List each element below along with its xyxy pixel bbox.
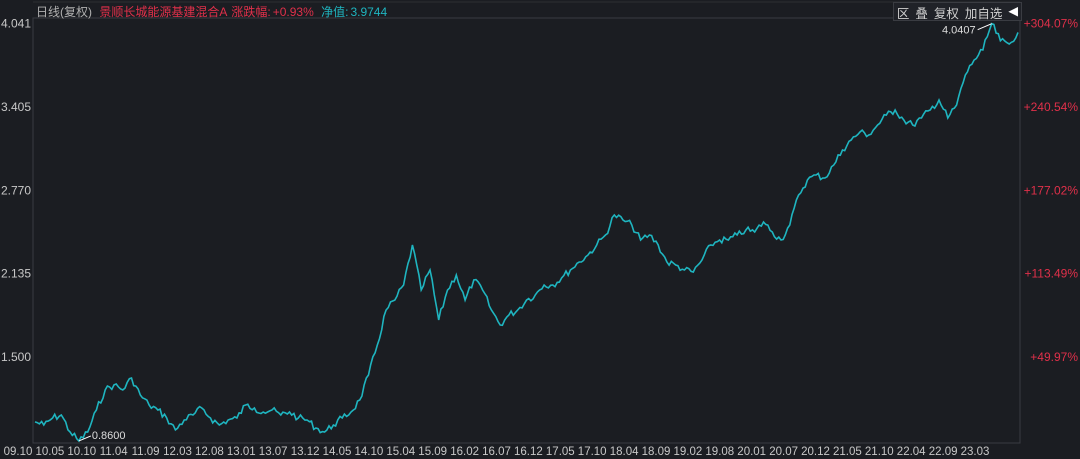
x-tick-label: 20.12 — [801, 446, 830, 458]
x-tick-label: 11.09 — [132, 446, 160, 458]
right-tick-label: +49.97% — [1030, 350, 1078, 364]
fund-name: 景顺长城能源基建混合A — [99, 5, 228, 19]
nav-label: 净值: — [321, 5, 349, 19]
max-label: 4.0407 — [942, 25, 976, 37]
add-watchlist-button[interactable]: 加自选 — [965, 3, 1003, 21]
change-label: 涨跌幅: — [231, 5, 271, 19]
x-tick-label: 21.05 — [833, 446, 862, 458]
right-tick-label: +240.54% — [1024, 100, 1079, 114]
plot-frame — [32, 17, 1021, 444]
period-label: 日线(复权) — [36, 5, 92, 19]
change-value: +0.93% — [272, 5, 314, 19]
range-select-button[interactable]: 区 — [897, 3, 910, 21]
nav-value: 3.9744 — [350, 5, 388, 19]
x-tick-label: 18.04 — [610, 446, 639, 458]
x-tick-label: 19.02 — [674, 446, 703, 458]
chart-header: 日线(复权) 景顺长城能源基建混合A 涨跌幅: +0.93% 净值: 3.9744 — [36, 3, 391, 20]
y-tick-label: 3.405 — [1, 100, 31, 114]
x-tick-label: 15.04 — [386, 446, 415, 458]
x-tick-label: 13.01 — [227, 446, 256, 458]
y-tick-label: 4.041 — [1, 17, 31, 31]
y-tick-label: 2.135 — [1, 267, 31, 281]
x-tick-label: 21.10 — [865, 446, 894, 458]
y-tick-label: 1.500 — [1, 350, 31, 364]
x-tick-label: 09.10 — [4, 446, 33, 458]
x-tick-label: 14.05 — [323, 446, 352, 458]
x-tick-label: 13.12 — [291, 446, 320, 458]
right-tick-label: +177.02% — [1024, 183, 1079, 197]
x-tick-label: 12.08 — [195, 446, 224, 458]
adjust-button[interactable]: 复权 — [934, 3, 959, 21]
x-tick-label: 10.05 — [36, 446, 65, 458]
x-tick-label: 20.01 — [737, 446, 766, 458]
x-tick-label: 17.10 — [578, 446, 607, 458]
x-tick-label: 15.09 — [418, 446, 447, 458]
x-tick-label: 16.12 — [514, 446, 543, 458]
x-tick-label: 22.04 — [897, 446, 926, 458]
min-label: 0.8600 — [92, 430, 126, 442]
y-tick-label: 2.770 — [1, 183, 31, 197]
x-tick-label: 13.07 — [259, 446, 288, 458]
x-tick-label: 22.09 — [929, 446, 958, 458]
overlay-button[interactable]: 叠 — [915, 3, 928, 21]
right-tick-label: +113.49% — [1025, 267, 1079, 281]
x-tick-label: 19.08 — [705, 446, 734, 458]
nav-series-line — [34, 22, 1019, 443]
x-tick-label: 16.02 — [450, 446, 479, 458]
nav-chart: 4.041 +304.07% 3.405 +240.54% 2.770 +177.02% 2… — [1, 1, 1079, 458]
x-tick-label: 16.07 — [482, 446, 511, 458]
chart-toolbar: 区 叠 复权 加自选 ◀ — [892, 2, 1022, 21]
collapse-icon[interactable]: ◀ — [1008, 3, 1018, 20]
x-tick-label: 11.04 — [100, 446, 129, 458]
x-tick-label: 10.10 — [67, 446, 96, 458]
x-tick-label: 12.03 — [163, 446, 192, 458]
x-tick-label: 17.05 — [546, 446, 575, 458]
x-tick-label: 20.07 — [769, 446, 798, 458]
x-tick-label: 18.09 — [642, 446, 671, 458]
x-tick-label: 23.03 — [961, 446, 990, 458]
right-tick-label: +304.07% — [1024, 17, 1079, 31]
x-tick-label: 14.10 — [355, 446, 384, 458]
